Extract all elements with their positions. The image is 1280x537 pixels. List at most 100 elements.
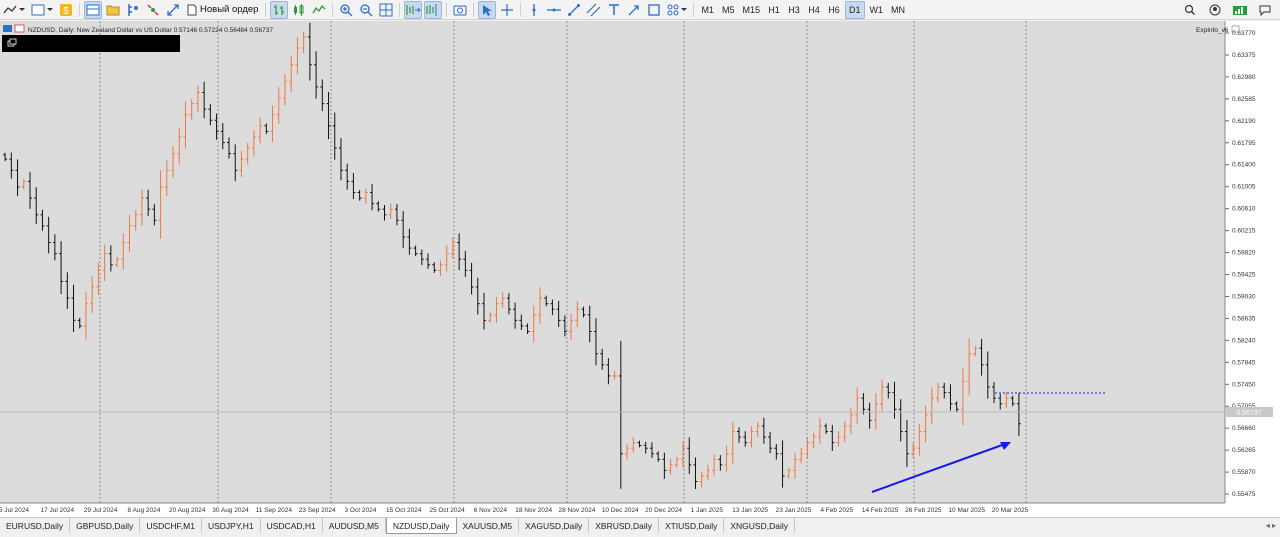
info-panel[interactable] [2,35,180,52]
price-axis-label: 0.60215 [1232,228,1256,235]
time-axis-label: 26 Feb 2025 [905,507,942,514]
price-axis-label: 0.61005 [1232,184,1256,191]
price-axis-label: 0.58240 [1232,337,1256,344]
price-axis-label: 0.62980 [1232,74,1256,81]
timeframe-m15[interactable]: M15 [739,1,763,19]
toolbar-separator [332,2,334,17]
price-axis-label: 0.56660 [1232,425,1256,432]
arrow-tool-icon[interactable] [625,1,643,19]
time-axis-label: 14 Feb 2025 [862,507,899,514]
price-axis-label: 0.58635 [1232,315,1256,322]
crosshair-icon[interactable] [498,1,516,19]
symbol-tab[interactable]: XAUUSD,M5 [457,518,520,533]
time-axis-label: 20 Mar 2025 [992,507,1029,514]
new-order-button[interactable]: Новый ордер [184,1,261,19]
horizontal-line-icon[interactable] [545,1,563,19]
shapes-menu-icon[interactable] [665,1,689,19]
line-chart-icon[interactable] [310,1,328,19]
chat-icon[interactable] [1256,1,1274,19]
time-axis-label: 23 Jan 2025 [776,507,812,514]
time-axis-label: 15 Oct 2024 [386,507,422,514]
symbol-tab[interactable]: XAGUSD,Daily [519,518,590,533]
rectangle-tool-icon[interactable] [645,1,663,19]
time-axis-label: 4 Feb 2025 [820,507,853,514]
toolbar-separator [79,2,80,17]
toolbar-separator [520,2,522,17]
timeframe-m5[interactable]: M5 [719,1,738,19]
new-chart-icon[interactable] [29,1,55,19]
bar-chart-icon[interactable] [270,0,289,19]
time-axis-label: 28 Nov 2024 [559,507,596,514]
market-watch-icon[interactable] [124,1,142,19]
price-axis-label: 0.61795 [1232,140,1256,147]
screenshot-icon[interactable] [451,1,469,19]
tab-scroll-arrows-icon[interactable]: ◂ ▸ [1262,518,1280,533]
fullscreen-icon[interactable] [164,1,182,19]
symbol-tab[interactable]: AUDUSD,M5 [323,518,386,533]
dollar-icon[interactable]: $ [57,1,75,19]
chart-shift-icon[interactable] [424,0,443,19]
timeframe-m1[interactable]: M1 [698,1,717,19]
symbol-tab[interactable]: XNGUSD,Daily [724,518,795,533]
search-icon[interactable] [1181,1,1199,19]
timeframe-h3[interactable]: H3 [785,1,803,19]
symbol-tab[interactable]: NZDUSD,Daily [385,518,457,534]
time-axis-label: 30 Aug 2024 [212,507,249,514]
chart-title: NZDUSD, Daily: New Zealand Dollar vs US … [28,27,273,34]
channel-icon[interactable] [585,1,603,19]
candlestick-chart-icon[interactable] [290,1,308,19]
timeframe-d1[interactable]: D1 [844,0,865,19]
main-toolbar: $ Новый ордер M1 M5 M15 H1 H3 H4 H6 D1 W… [0,0,1280,20]
symbol-tab[interactable]: EURUSD,Daily [0,518,71,533]
timeframe-h4[interactable]: H4 [805,1,823,19]
price-axis-label: 0.57845 [1232,359,1256,366]
profiles-icon[interactable] [84,0,102,19]
price-chart[interactable]: 0.63770 0.63375 0.62980 0.62585 0.62190 0.617… [0,21,1280,517]
current-price-text: 0.56737 [1236,410,1261,417]
symbol-tab[interactable]: USDJPY,H1 [202,518,261,533]
symbol-tab[interactable]: USDCAD,H1 [261,518,323,533]
time-axis-label: 25 Oct 2024 [429,507,465,514]
timeframe-bar: M1 M5 M15 H1 H3 H4 H6 D1 W1 MN [697,0,909,19]
text-tool-icon[interactable] [605,1,623,19]
grid-icon[interactable] [377,1,395,19]
zoom-in-icon[interactable] [337,1,355,19]
timeframe-w1[interactable]: W1 [867,1,887,19]
time-axis-label: 10 Mar 2025 [948,507,985,514]
time-axis-label: 17 Jul 2024 [40,507,74,514]
folder-icon[interactable] [104,1,122,19]
toolbar-separator [399,2,401,17]
wifi-signal-icon[interactable] [1231,1,1249,19]
timeframe-mn[interactable]: MN [888,1,908,19]
price-axis-label: 0.61400 [1232,162,1256,169]
signals-icon[interactable] [144,1,162,19]
time-axis-label: 10 Dec 2024 [602,507,639,514]
symbol-tab[interactable]: USDCHF,M1 [140,518,202,533]
price-axis-label: 0.55870 [1232,469,1256,476]
toolbar-separator [265,2,267,17]
chart-plot-area[interactable] [0,21,1225,503]
toolbar-separator [693,2,695,17]
svg-text:$: $ [63,6,69,17]
symbol-tab[interactable]: GBPUSD,Daily [70,518,141,533]
chart-window[interactable]: 0.63770 0.63375 0.62980 0.62585 0.62190 0.617… [0,21,1280,517]
time-axis-label: 6 Nov 2024 [474,507,508,514]
price-axis-label: 0.63375 [1232,52,1256,59]
time-axis-label: 20 Aug 2024 [169,507,206,514]
document-icon [187,4,197,15]
price-axis-label: 0.62585 [1232,96,1256,103]
auto-scroll-icon[interactable] [404,0,423,19]
account-icon[interactable] [1206,1,1224,19]
symbol-tab[interactable]: XBRUSD,Daily [589,518,659,533]
time-axis-label: 5 Jul 2024 [0,507,29,514]
line-chart-menu-icon[interactable] [1,1,27,19]
zoom-out-icon[interactable] [357,1,375,19]
symbol-tab[interactable]: XTIUSD,Daily [659,518,725,533]
cursor-icon[interactable] [478,0,497,19]
price-axis-label: 0.56265 [1232,447,1256,454]
timeframe-h6[interactable]: H6 [825,1,843,19]
vertical-line-icon[interactable] [525,1,543,19]
trendline-icon[interactable] [565,1,583,19]
time-axis-label: 11 Sep 2024 [256,507,293,514]
timeframe-h1[interactable]: H1 [765,1,783,19]
